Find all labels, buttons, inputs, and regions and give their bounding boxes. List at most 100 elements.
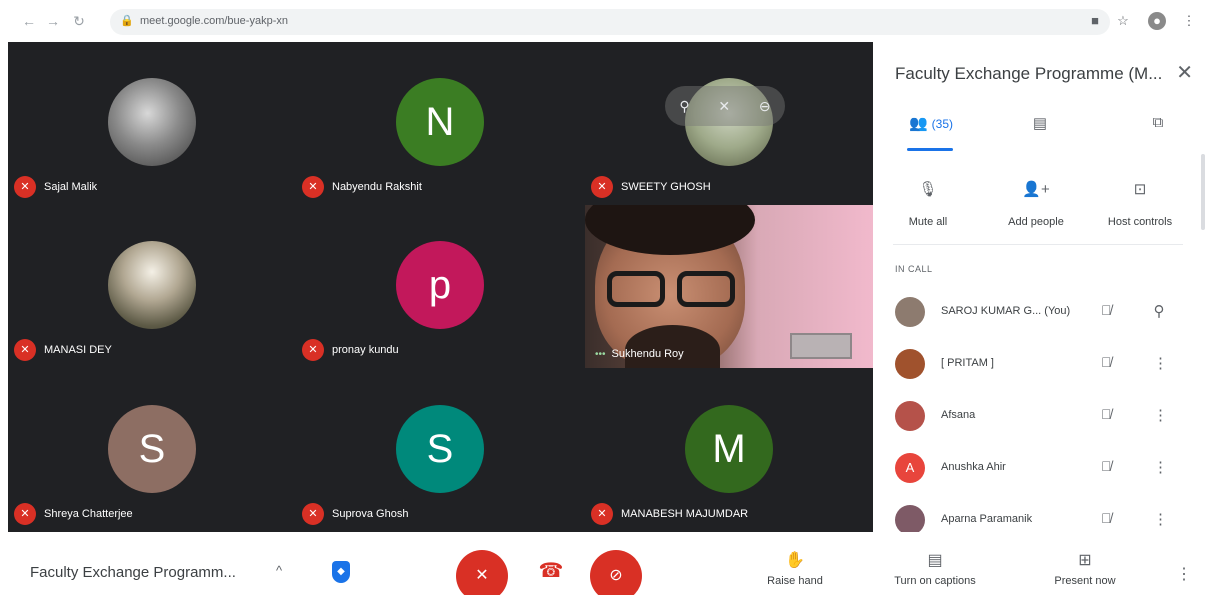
list-item[interactable]: SAROJ KUMAR G... (You) 🎙̸ ⚲ (893, 294, 1193, 334)
profile-icon[interactable]: ● (1148, 12, 1166, 30)
tile-hover-controls: ⚲ ✕ ⊖ (665, 86, 785, 126)
more-options-icon[interactable]: ⋮ (1153, 510, 1168, 528)
avatar (895, 401, 925, 431)
present-label: Present now (1054, 575, 1116, 587)
captions-button[interactable]: ▤ Turn on captions (880, 550, 990, 587)
url-text: meet.google.com/bue-yakp-xn (140, 15, 288, 27)
list-item[interactable]: Afsana 🎙̸ ⋮ (893, 398, 1193, 438)
mute-all-label: Mute all (908, 216, 948, 228)
scrollbar[interactable] (1201, 154, 1205, 230)
star-icon[interactable]: ☆ (1114, 12, 1132, 30)
tab-chat[interactable]: ▤ (1025, 114, 1055, 150)
mic-off-icon: 🎙 (918, 181, 938, 198)
chevron-up-icon[interactable]: ^ (276, 563, 282, 578)
participant-tile[interactable]: M ✕ MANABESH MAJUMDAR (585, 369, 873, 532)
camera-button[interactable]: ⊘ (590, 550, 642, 595)
participant-tile[interactable]: ⚲ ✕ ⊖ ✕ SWEETY GHOSH (585, 42, 873, 205)
raise-hand-button[interactable]: ✋ Raise hand (740, 550, 850, 587)
participant-tile[interactable]: N ✕ Nabyendu Rakshit (296, 42, 584, 205)
captions-icon: ▤ (927, 552, 943, 569)
shield-icon[interactable]: ◆ (332, 561, 350, 583)
tab-people[interactable]: 👥 (35) (903, 114, 959, 150)
participant-name: Suprova Ghosh (332, 508, 409, 520)
background-object (790, 333, 852, 359)
more-options-icon[interactable]: ⋮ (1153, 354, 1168, 372)
camera-off-icon: ⊘ (609, 567, 623, 584)
mic-off-icon[interactable]: 🎙̸ (1101, 458, 1112, 474)
speaker-beard (625, 325, 720, 368)
video-grid: ✕ Sajal Malik N ✕ Nabyendu Rakshit ⚲ ✕ ⊖… (8, 42, 873, 532)
participant-tile[interactable]: ✕ Sajal Malik (8, 42, 296, 205)
mic-off-icon: ✕ (302, 339, 324, 361)
hand-icon: ✋ (785, 552, 805, 569)
list-item[interactable]: [ PRITAM ] 🎙̸ ⋮ (893, 346, 1193, 386)
participant-tile[interactable]: S ✕ Shreya Chatterjee (8, 369, 296, 532)
more-options-icon[interactable]: ⋮ (1176, 564, 1192, 584)
menu-icon[interactable]: ⋮ (1180, 12, 1198, 30)
mic-off-icon: ✕ (14, 176, 36, 198)
participant-name: Sukhendu Roy (611, 348, 684, 360)
people-icon: 👥 (908, 115, 928, 132)
mic-off-icon[interactable]: 🎙̸ (1101, 510, 1112, 526)
participant-name: Nabyendu Rakshit (332, 181, 422, 193)
avatar (895, 349, 925, 379)
mute-all-button[interactable]: 🎙 Mute all (883, 170, 973, 228)
avatar (108, 241, 196, 329)
mic-off-icon[interactable]: 🎙̸ (1101, 354, 1112, 370)
back-icon[interactable]: ← (20, 12, 38, 30)
mic-off-icon[interactable]: 🎙̸ (1101, 406, 1112, 422)
more-options-icon[interactable]: ⋮ (1153, 458, 1168, 476)
raise-hand-label: Raise hand (767, 575, 823, 587)
close-icon[interactable]: ✕ (1176, 60, 1193, 85)
lock-icon: 🔒 (120, 15, 134, 27)
participant-name: Shreya Chatterjee (44, 508, 133, 520)
forward-icon[interactable]: → (44, 12, 62, 30)
chat-icon: ▤ (1032, 115, 1048, 132)
remove-icon[interactable]: ⊖ (759, 98, 771, 115)
mic-off-icon: ✕ (591, 503, 613, 525)
participant-tile[interactable]: ✕ MANASI DEY (8, 205, 296, 368)
avatar: p (396, 241, 484, 329)
participant-tile[interactable]: S ✕ Suprova Ghosh (296, 369, 584, 532)
mic-off-icon: ✕ (475, 567, 489, 584)
add-people-label: Add people (1008, 216, 1064, 228)
more-options-icon[interactable]: ⋮ (1153, 406, 1168, 424)
active-speaker-tile[interactable]: ••• Sukhendu Roy (585, 205, 873, 368)
mute-participant-icon[interactable]: ✕ (718, 98, 730, 115)
pin-icon[interactable]: ⚲ (679, 98, 689, 115)
list-item[interactable]: A Anushka Ahir 🎙̸ ⋮ (893, 450, 1193, 490)
participant-tile[interactable]: p ✕ pronay kundu (296, 205, 584, 368)
mic-off-icon: ✕ (302, 503, 324, 525)
person-name: Anushka Ahir (941, 461, 1006, 473)
tab-activities[interactable]: ⧉ (1143, 114, 1173, 150)
section-label: IN CALL (895, 264, 933, 274)
present-icon: ⊞ (1078, 552, 1092, 569)
activities-icon: ⧉ (1152, 114, 1164, 131)
avatar: N (396, 78, 484, 166)
speaker-glasses (595, 271, 745, 311)
mic-off-icon: ✕ (302, 176, 324, 198)
participant-name: SWEETY GHOSH (621, 181, 711, 193)
participant-name: MANABESH MAJUMDAR (621, 508, 749, 520)
camera-icon[interactable]: ■ (1086, 12, 1104, 30)
mic-off-icon[interactable]: 🎙̸ (1101, 302, 1112, 318)
person-name: SAROJ KUMAR G... (You) (941, 305, 1071, 317)
mic-off-icon: ✕ (14, 503, 36, 525)
reload-icon[interactable]: ↻ (70, 12, 88, 30)
participant-name: Sajal Malik (44, 181, 98, 193)
person-name: [ PRITAM ] (941, 357, 994, 369)
pin-icon[interactable]: ⚲ (1153, 302, 1165, 320)
meeting-title[interactable]: Faculty Exchange Programm... (30, 564, 236, 581)
captions-label: Turn on captions (894, 575, 976, 587)
panel-title: Faculty Exchange Programme (M... (895, 64, 1163, 83)
hang-up-button[interactable]: ☎ (537, 560, 565, 582)
add-people-button[interactable]: 👤+ Add people (991, 170, 1081, 228)
host-controls-button[interactable]: ⊡ Host controls (1095, 170, 1185, 228)
present-now-button[interactable]: ⊞ Present now (1030, 550, 1140, 587)
divider (893, 244, 1183, 245)
microphone-button[interactable]: ✕ (456, 550, 508, 595)
avatar (108, 78, 196, 166)
avatar: S (396, 405, 484, 493)
host-controls-icon: ⊡ (1133, 181, 1147, 198)
address-bar[interactable]: 🔒 meet.google.com/bue-yakp-xn (110, 9, 1110, 35)
